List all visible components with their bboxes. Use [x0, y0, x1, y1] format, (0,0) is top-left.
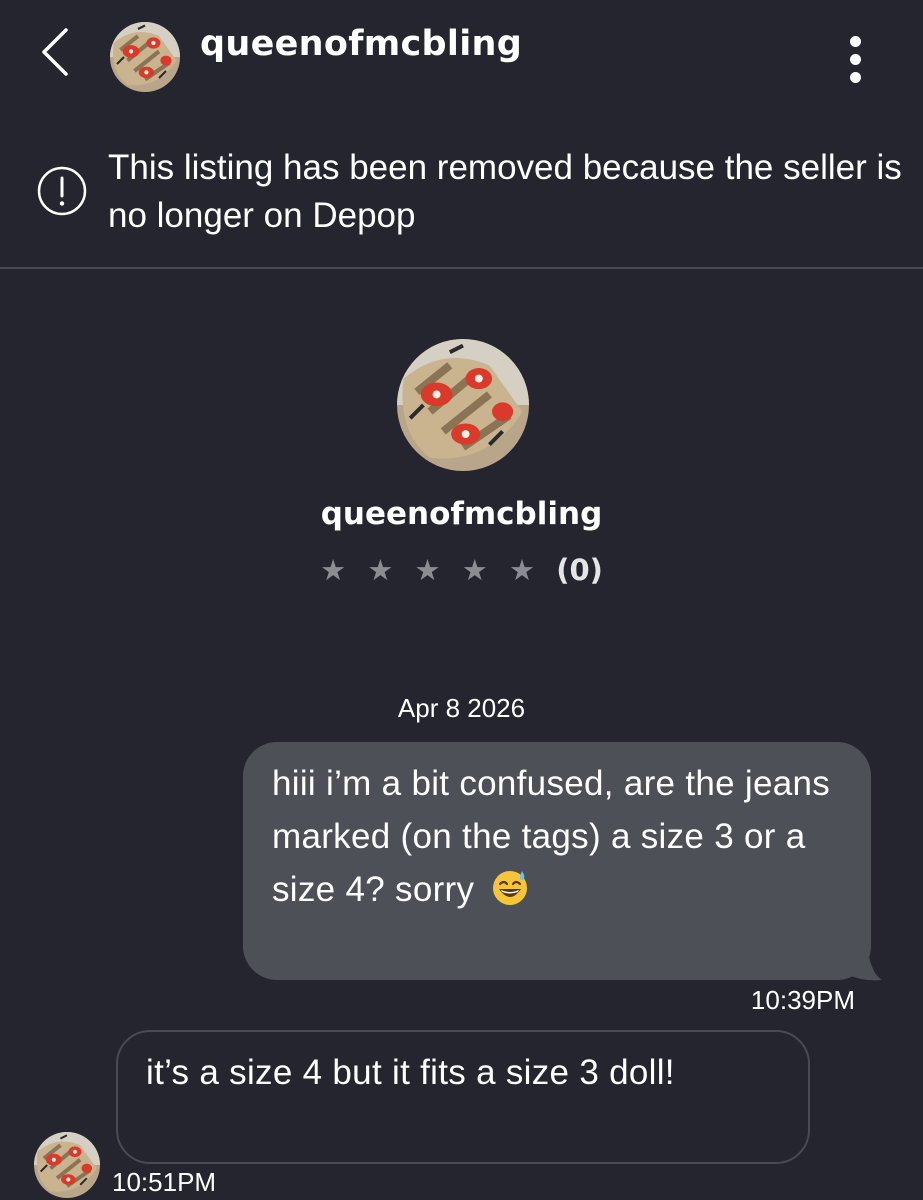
rating-count: (0): [556, 553, 603, 587]
incoming-message-text: it’s a size 4 but it fits a size 3 doll!: [146, 1053, 675, 1092]
listing-removed-notice: This listing has been removed because th…: [0, 130, 923, 268]
header-username[interactable]: queenofmcbling: [200, 24, 522, 64]
notice-text: This listing has been removed because th…: [108, 148, 902, 235]
grinning-face-with-sweat-emoji: [493, 871, 528, 905]
divider: [0, 267, 923, 269]
profile-avatar[interactable]: [397, 339, 529, 471]
seller-rating: ★ ★ ★ ★ ★ (0): [0, 553, 923, 587]
profile-username[interactable]: queenofmcbling: [0, 496, 923, 532]
message-timestamp: 10:51PM: [112, 1167, 217, 1197]
conversation-date: Apr 8 2026: [397, 693, 526, 723]
avatar[interactable]: [110, 22, 180, 92]
rating-stars: ★ ★ ★ ★ ★: [320, 553, 541, 587]
message-text: hiii i’m a bit confused, are the jeans m…: [272, 764, 831, 909]
conversation-header: queenofmcbling: [0, 0, 923, 130]
chevron-left-icon: [42, 28, 68, 76]
alert-circle-icon: [37, 166, 87, 216]
avatar[interactable]: [34, 1132, 100, 1198]
bubble-tail: [846, 952, 882, 981]
back-button[interactable]: [30, 22, 80, 82]
message-timestamp: 10:39PM: [750, 985, 855, 1015]
outgoing-message-text: hiii i’m a bit confused, are the jeans m…: [272, 757, 852, 916]
more-options-button[interactable]: [838, 32, 874, 88]
